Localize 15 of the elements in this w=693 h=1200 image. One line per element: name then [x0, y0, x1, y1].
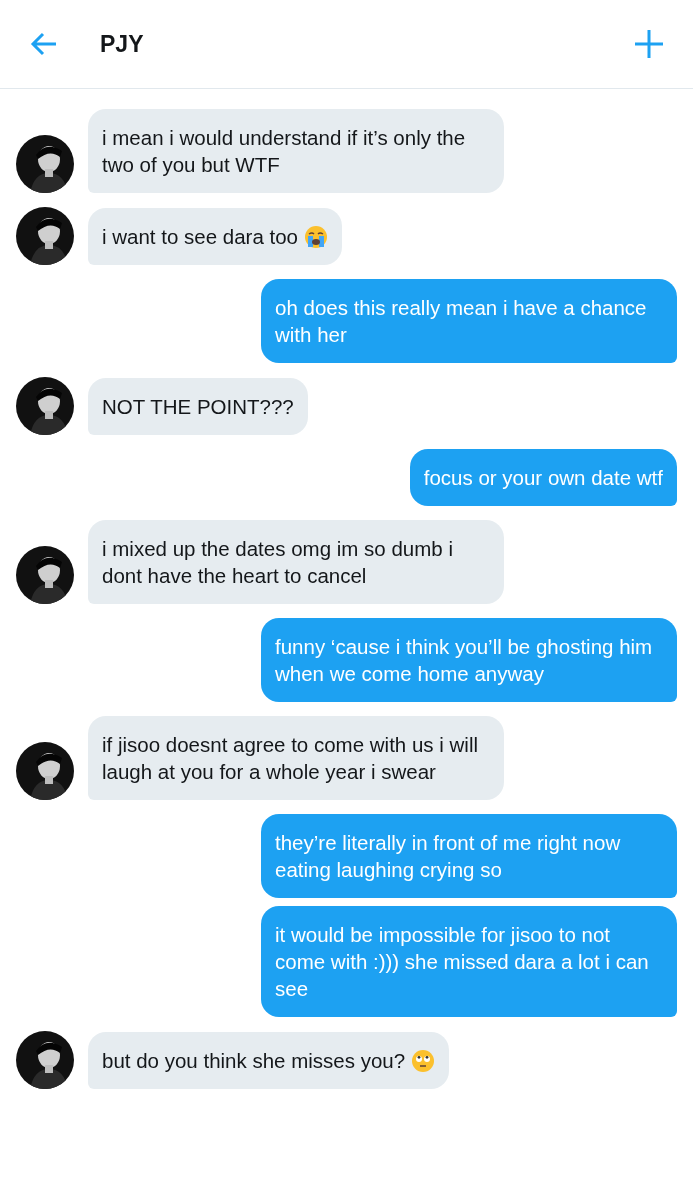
- sent-message: oh does this really mean i have a chance with her: [261, 279, 677, 363]
- sent-message: it would be impossible for jisoo to not come with :))) she missed dara a lot i can see: [261, 906, 677, 1017]
- crying-face-icon: [304, 225, 328, 249]
- received-message: NOT THE POINT???: [88, 378, 308, 435]
- received-message: if jisoo doesnt agree to come with us i will laugh at you for a whole year i swear: [88, 716, 504, 800]
- received-message: i mixed up the dates omg im so dumb i dont have the heart to cancel: [88, 520, 504, 604]
- received-message: i want to see dara too: [88, 208, 342, 265]
- received-message: but do you think she misses you?: [88, 1032, 450, 1089]
- sent-message: they’re literally in front of me right now eating laughing crying so: [261, 814, 677, 898]
- sent-message: funny ‘cause i think you’ll be ghosting him when we come home anyway: [261, 618, 677, 702]
- sent-message: focus or your own date wtf: [409, 449, 677, 506]
- plus-icon[interactable]: [633, 28, 665, 60]
- received-message: i mean i would understand if it’s only the two of you but WTF: [88, 109, 504, 193]
- eye-roll-face-icon: [411, 1049, 436, 1073]
- conversation-title: PJY: [100, 30, 145, 58]
